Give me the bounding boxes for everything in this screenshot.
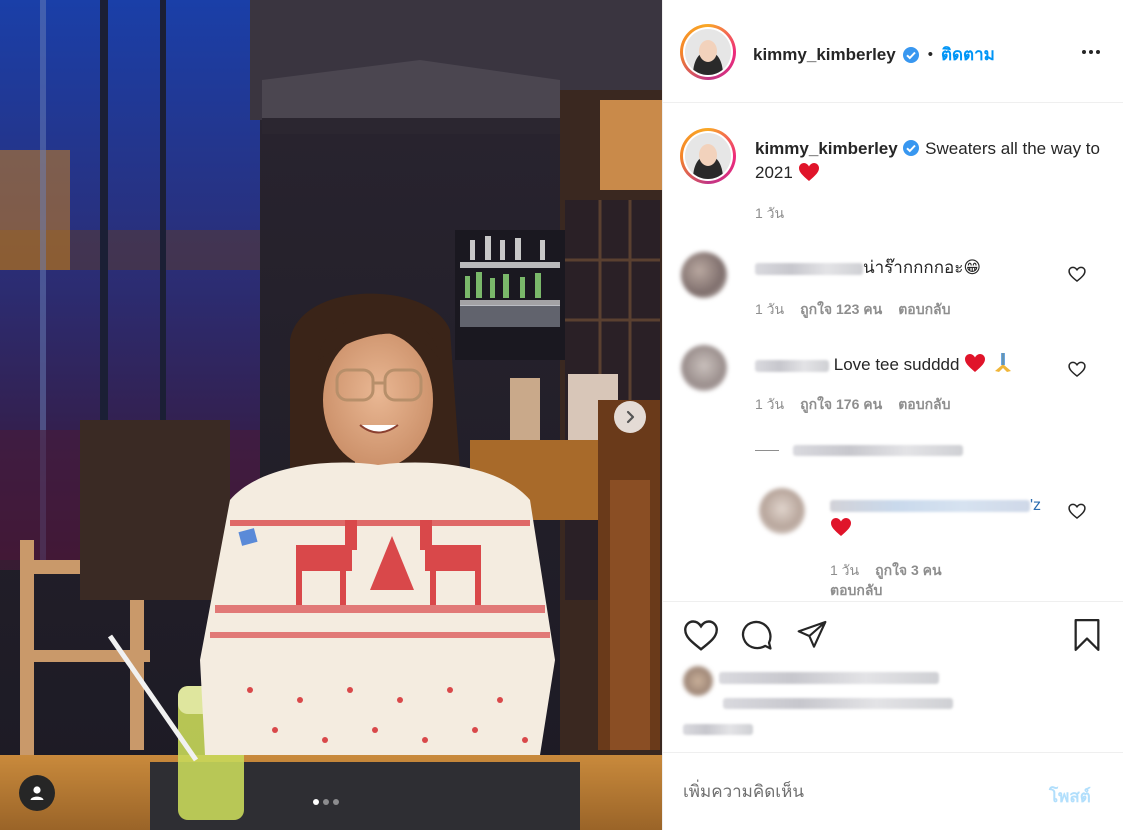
comment-1-time: 1 วัน: [755, 301, 785, 317]
commenter-username-blurred[interactable]: [755, 359, 829, 372]
follow-button[interactable]: ติดตาม: [941, 41, 995, 68]
comment-1: น่าร๊ากกกกอะ😁: [755, 256, 981, 280]
caption-time: 1 วัน: [755, 205, 785, 221]
post-date-blurred: [683, 724, 753, 735]
carousel-dot: [333, 799, 339, 805]
comment-2-time: 1 วัน: [755, 396, 785, 412]
comment-2-like-icon[interactable]: [1067, 359, 1087, 379]
caption-avatar[interactable]: [680, 128, 736, 184]
share-icon[interactable]: [795, 618, 829, 650]
post-photo[interactable]: [0, 0, 662, 830]
tagged-users-button[interactable]: [19, 775, 55, 811]
avatar[interactable]: [680, 24, 736, 80]
restaurant-photo: [0, 0, 662, 830]
carousel-dot-active: [313, 799, 319, 805]
post-comment-button[interactable]: โพสต์: [1049, 783, 1091, 810]
carousel-dot: [323, 799, 329, 805]
avatar-image: [685, 29, 731, 75]
praying-hands-icon: [994, 353, 1011, 372]
comment-2: Love tee sudddd: [755, 351, 1015, 377]
verified-icon: [902, 46, 919, 63]
commenter-avatar[interactable]: [681, 345, 727, 391]
heart-emoji-icon: [965, 354, 986, 372]
more-options-button[interactable]: [1077, 44, 1105, 60]
view-replies-toggle[interactable]: [755, 445, 963, 456]
carousel-indicator: [313, 799, 339, 805]
post-header: kimmy_kimberley • ติดตาม: [663, 0, 1123, 103]
reply-1-meta: 1 วัน ถูกใจ 3 คน: [830, 560, 942, 582]
heart-emoji-icon: [798, 163, 819, 181]
reply-text-blurred: [830, 499, 1030, 512]
heart-emoji-icon: [831, 518, 851, 536]
view-replies-label-blurred: [793, 445, 963, 456]
avatar-image: [685, 133, 731, 179]
caption-username[interactable]: kimmy_kimberley: [755, 139, 898, 158]
reply-1-time: 1 วัน: [830, 562, 860, 578]
more-icon: [1082, 50, 1086, 54]
comment-input[interactable]: [683, 779, 1023, 805]
reply-1: 'z: [830, 493, 1041, 518]
liker-avatar: [683, 666, 713, 696]
reply-avatar[interactable]: [759, 488, 805, 534]
reply-1-suffix: 'z: [1030, 497, 1042, 514]
user-tag-icon: [30, 786, 44, 800]
comment-1-likes[interactable]: ถูกใจ 123 คน: [800, 299, 882, 321]
comment-1-like-icon[interactable]: [1067, 264, 1087, 284]
post-author-username[interactable]: kimmy_kimberley: [753, 45, 896, 65]
reply-1-likes[interactable]: ถูกใจ 3 คน: [875, 560, 942, 582]
liked-by-blurred-2: [723, 698, 953, 709]
post-actions: [663, 601, 1123, 751]
liked-by-blurred[interactable]: [719, 672, 939, 684]
comment-1-meta: 1 วัน ถูกใจ 123 คน ตอบกลับ: [755, 299, 951, 321]
reply-1-meta-2: ตอบกลับ: [830, 580, 882, 602]
bookmark-icon[interactable]: [1071, 618, 1103, 652]
comment-1-text: น่าร๊ากกกกอะ😁: [863, 258, 982, 277]
reply-1-reply-button[interactable]: ตอบกลับ: [830, 580, 882, 602]
comment-2-meta: 1 วัน ถูกใจ 176 คน ตอบกลับ: [755, 394, 951, 416]
comment-2-likes[interactable]: ถูกใจ 176 คน: [800, 394, 882, 416]
separator-dot: •: [927, 46, 933, 63]
verified-icon: [903, 140, 920, 156]
commenter-avatar[interactable]: [681, 252, 727, 298]
post-side-panel: kimmy_kimberley • ติดตาม kimmy_kimberley: [662, 0, 1123, 830]
add-comment-bar: โพสต์: [663, 752, 1123, 830]
commenter-username-blurred[interactable]: [755, 262, 863, 275]
post-caption: kimmy_kimberley Sweaters all the way to …: [755, 137, 1100, 185]
comment-1-reply-button[interactable]: ตอบกลับ: [898, 299, 950, 321]
comment-icon[interactable]: [740, 618, 774, 652]
comment-2-text: Love tee sudddd: [833, 355, 960, 374]
replies-line: [755, 450, 779, 451]
chevron-right-icon: [626, 410, 635, 424]
next-slide-button[interactable]: [614, 401, 646, 433]
heart-icon[interactable]: [683, 618, 719, 652]
comment-2-reply-button[interactable]: ตอบกลับ: [898, 394, 950, 416]
reply-1-like-icon[interactable]: [1067, 501, 1087, 521]
